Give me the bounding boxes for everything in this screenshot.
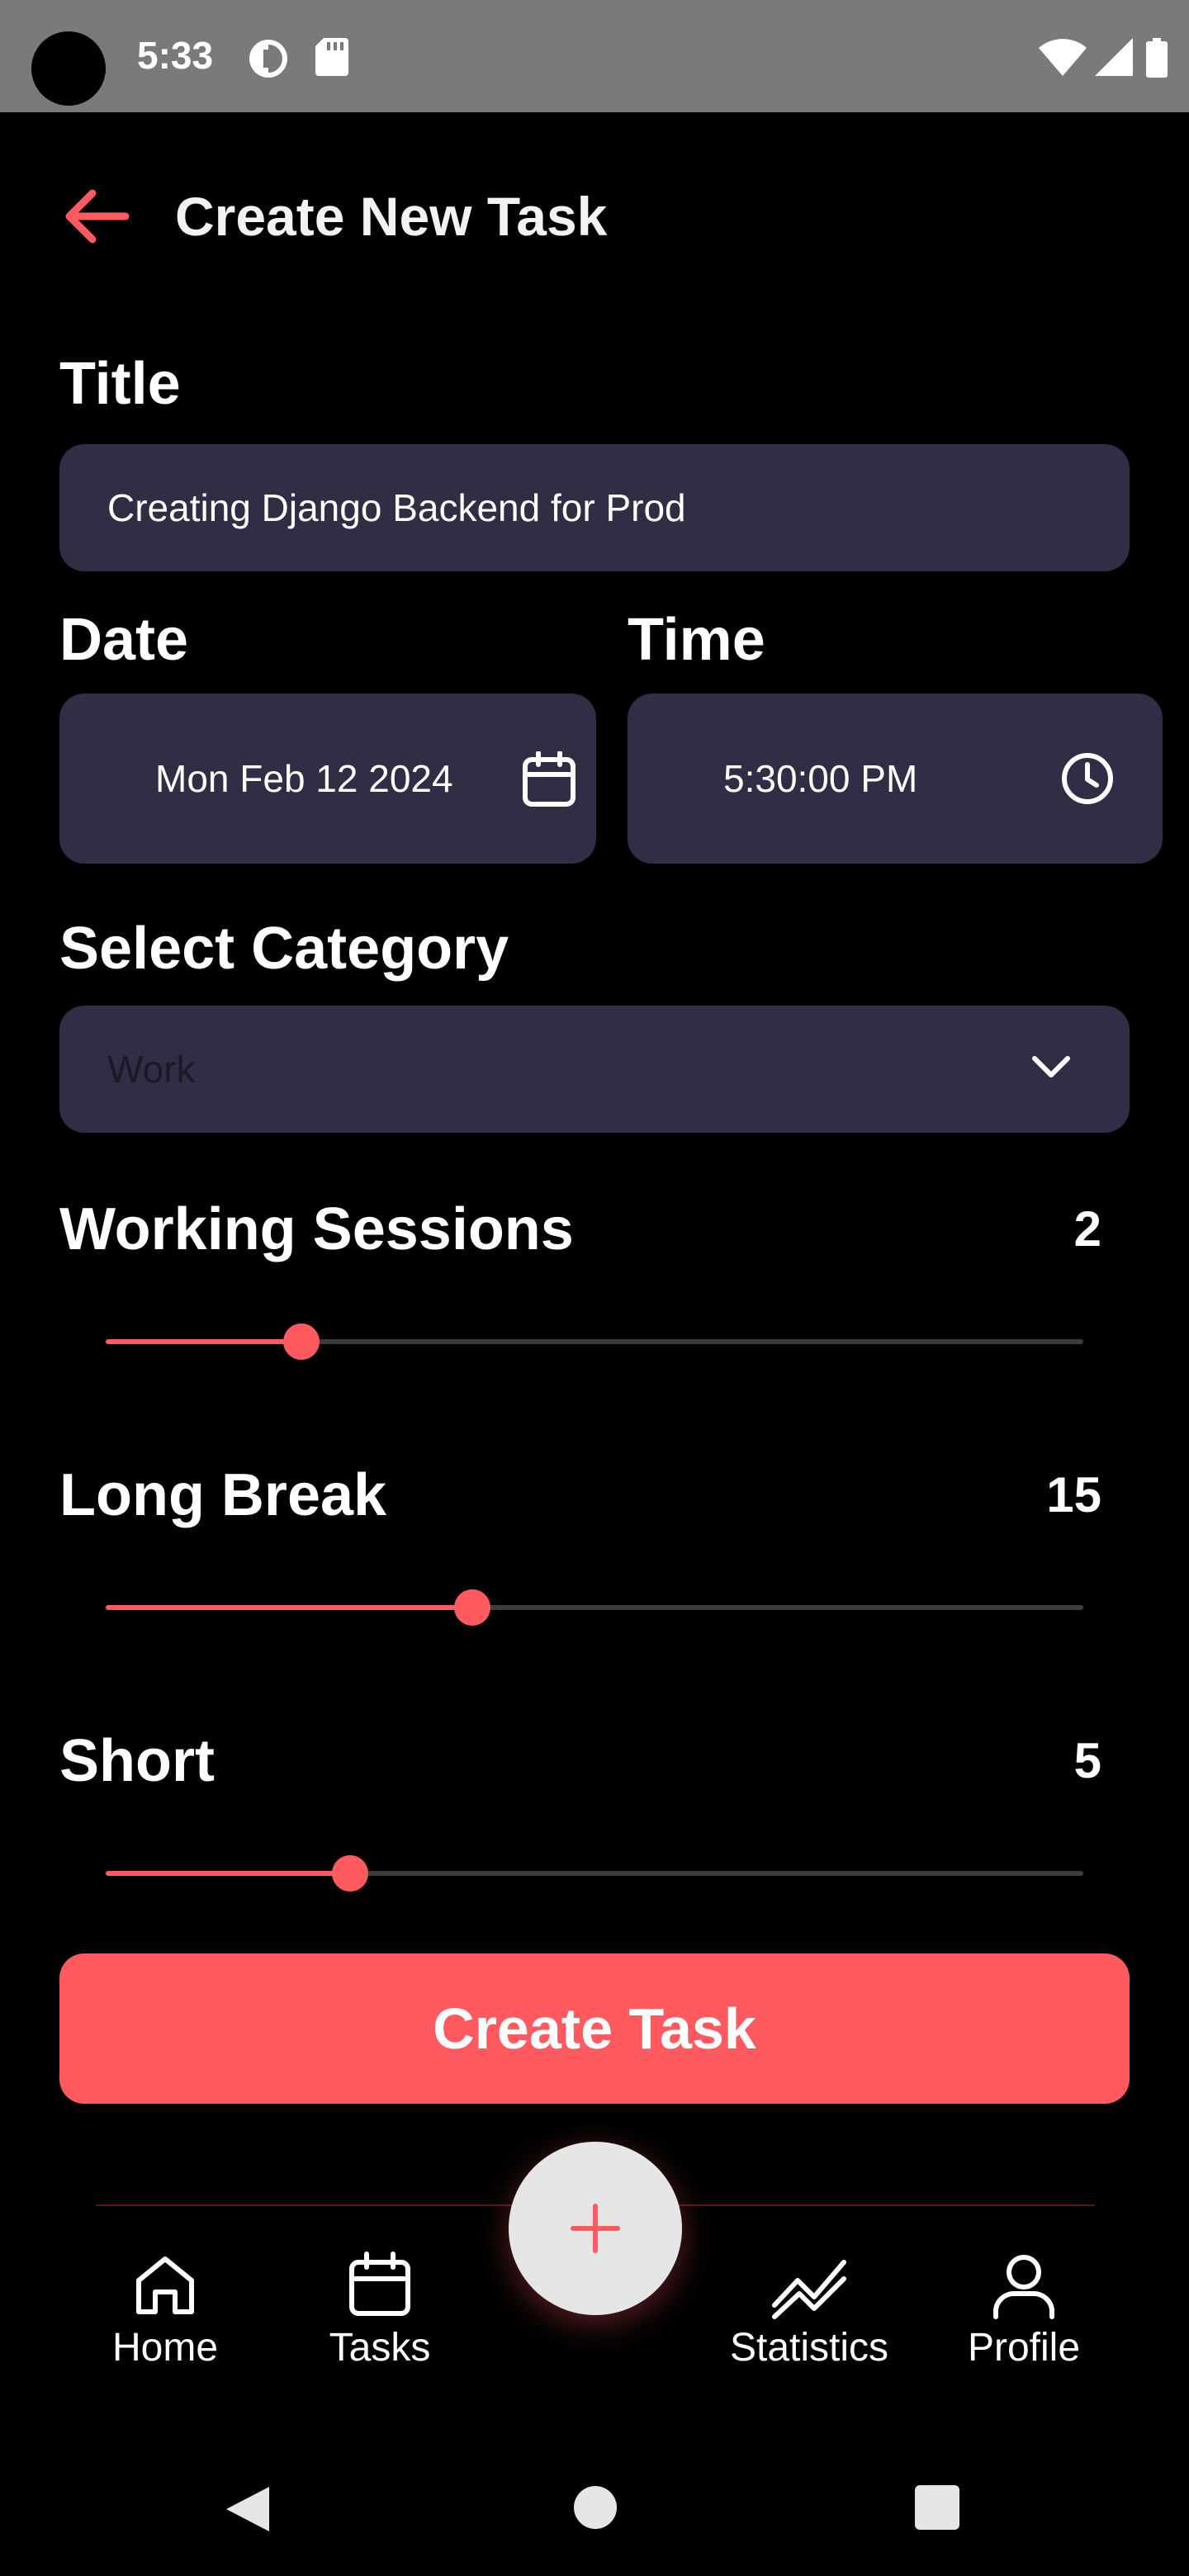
slider-thumb-working-sessions[interactable] bbox=[283, 1324, 320, 1360]
slider-fill-working-sessions bbox=[106, 1339, 301, 1344]
add-task-fab[interactable] bbox=[509, 2142, 682, 2315]
slider-thumb-long-break[interactable] bbox=[454, 1589, 490, 1626]
status-time: 5:33 bbox=[137, 34, 214, 77]
battery-icon bbox=[1146, 38, 1168, 78]
screen: 5:33 Create New Task Title Creating Djan… bbox=[0, 0, 1189, 2576]
slider-label-working-sessions: Working Sessions bbox=[59, 1196, 574, 1262]
category-placeholder: Work bbox=[107, 1048, 196, 1091]
category-select[interactable]: Work bbox=[59, 1006, 1130, 1133]
home-icon bbox=[136, 2256, 194, 2314]
slider-label-short: Short bbox=[59, 1728, 215, 1794]
plus-icon bbox=[571, 2204, 620, 2253]
date-picker[interactable]: Mon Feb 12 2024 bbox=[59, 694, 596, 864]
nav-label-home: Home bbox=[111, 2326, 219, 2370]
title-input[interactable]: Creating Django Backend for Prod bbox=[59, 444, 1130, 571]
sd-card-icon bbox=[315, 38, 348, 76]
nav-item-statistics[interactable]: Statistics bbox=[718, 2251, 900, 2370]
slider-thumb-short[interactable] bbox=[332, 1855, 368, 1892]
slider-value-working-sessions: 2 bbox=[1073, 1201, 1101, 1257]
page-title: Create New Task bbox=[175, 186, 608, 247]
back-button[interactable] bbox=[59, 178, 142, 253]
time-label: Time bbox=[628, 607, 765, 673]
slider-value-short: 5 bbox=[1073, 1733, 1101, 1788]
signal-icon bbox=[1095, 38, 1133, 76]
date-value: Mon Feb 12 2024 bbox=[155, 757, 453, 800]
slider-fill-long-break bbox=[106, 1605, 472, 1610]
system-home-icon[interactable] bbox=[573, 2485, 618, 2530]
category-label: Select Category bbox=[59, 916, 509, 982]
nav-item-tasks[interactable]: Tasks bbox=[289, 2251, 471, 2370]
calendar-icon bbox=[349, 2252, 410, 2316]
slider-value-long-break: 15 bbox=[1046, 1467, 1101, 1522]
clock-icon[interactable] bbox=[1060, 751, 1115, 806]
calendar-icon[interactable] bbox=[522, 751, 576, 807]
nav-label-tasks: Tasks bbox=[329, 2326, 431, 2370]
nav-label-statistics: Statistics bbox=[729, 2326, 889, 2370]
chevron-down-icon bbox=[1032, 1056, 1070, 1077]
arrow-left-icon bbox=[65, 189, 130, 244]
nav-item-profile[interactable]: Profile bbox=[933, 2251, 1115, 2370]
status-bar: 5:33 bbox=[0, 0, 1189, 112]
slider-label-long-break: Long Break bbox=[59, 1462, 387, 1528]
nav-item-home[interactable]: Home bbox=[74, 2251, 256, 2370]
create-task-button[interactable]: Create Task bbox=[59, 1953, 1130, 2104]
time-picker[interactable]: 5:30:00 PM bbox=[628, 694, 1163, 864]
system-recents-icon[interactable] bbox=[915, 2485, 959, 2530]
wifi-icon bbox=[1039, 39, 1087, 76]
system-back-icon[interactable] bbox=[221, 2484, 272, 2535]
data-saver-icon bbox=[249, 40, 287, 78]
title-input-value: Creating Django Backend for Prod bbox=[107, 486, 686, 529]
time-value: 5:30:00 PM bbox=[723, 757, 918, 800]
user-icon bbox=[993, 2255, 1054, 2319]
nav-label-profile: Profile bbox=[967, 2326, 1081, 2370]
title-label: Title bbox=[59, 351, 181, 417]
slider-fill-short bbox=[106, 1871, 350, 1876]
chart-line-icon bbox=[772, 2260, 846, 2319]
camera-cutout bbox=[31, 31, 106, 106]
date-label: Date bbox=[59, 607, 189, 673]
